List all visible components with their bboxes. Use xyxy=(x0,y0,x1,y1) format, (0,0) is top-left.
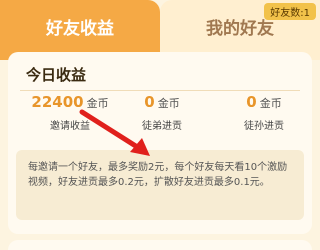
tab-bar: 好友收益 我的好友 好友数:1 xyxy=(0,0,320,60)
stat-unit: 金币 xyxy=(157,97,180,110)
stat-unit: 金币 xyxy=(259,97,282,110)
stat-grand-apprentice-tribute: 0 金币 徒孙进贡 xyxy=(224,92,304,132)
red-arrow-icon xyxy=(79,109,150,156)
today-earnings-title: 今日收益 xyxy=(26,66,87,84)
next-card-edge xyxy=(8,240,312,250)
stat-value: 0 xyxy=(246,93,257,111)
today-earnings-card: 今日收益 22400 金币 邀请收益 0 金币 徒弟进贡 0 金币 徒孙进贡 每邀请一… xyxy=(8,52,312,234)
stat-value: 22400 xyxy=(31,93,84,111)
friend-count-badge: 好友数:1 xyxy=(264,3,316,20)
stat-label: 徒孙进贡 xyxy=(244,121,284,132)
tab-friend-earnings[interactable]: 好友收益 xyxy=(0,0,160,60)
divider xyxy=(20,90,300,91)
reward-rules-note: 每邀请一个好友，最多奖励2元，每个好友每天看10个激励视频，好友进贡最多0.2元… xyxy=(16,150,304,220)
